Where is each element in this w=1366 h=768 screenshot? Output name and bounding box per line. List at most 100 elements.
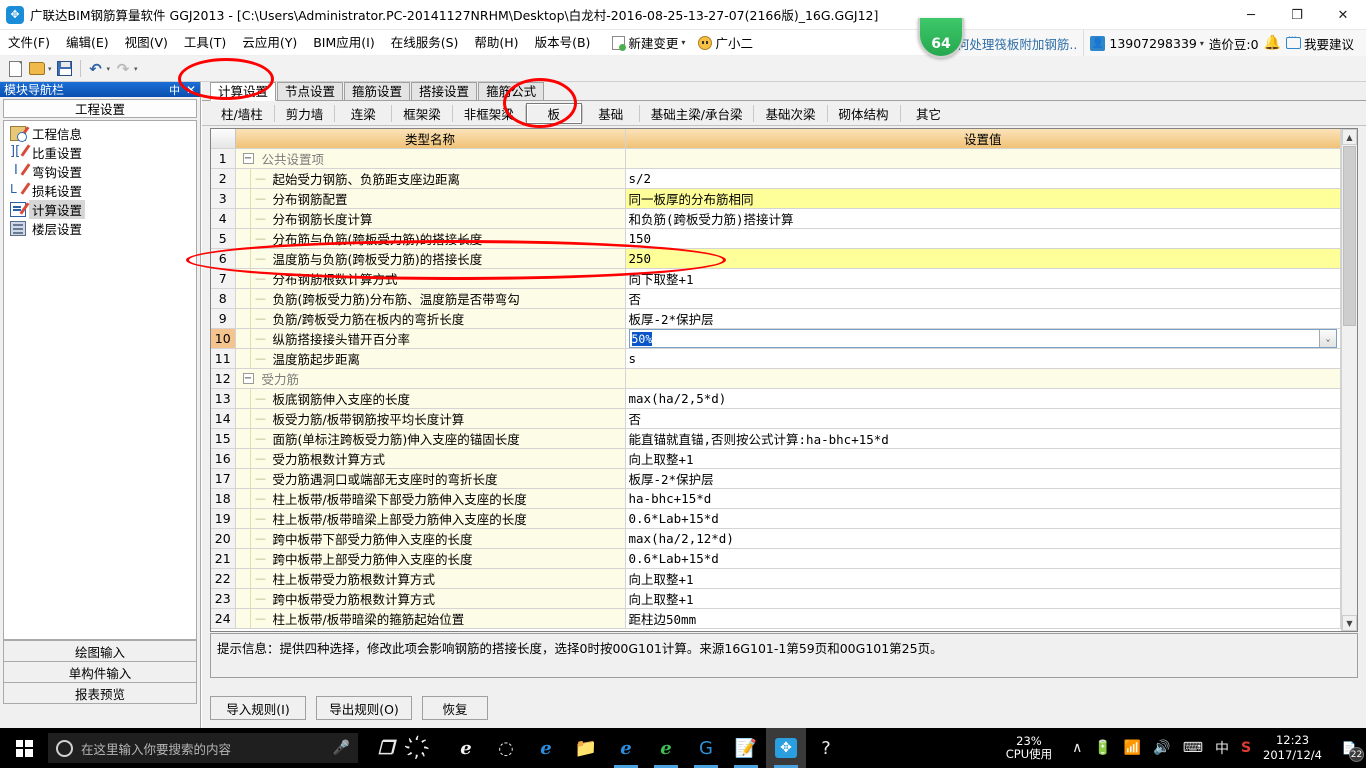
volume-icon[interactable]: 🔊 [1153,740,1170,756]
component-tab-1[interactable]: 柱/墙柱 [210,103,274,124]
undo-dropdown-caret-icon[interactable]: ▾ [107,65,111,73]
row-setting-value-cell[interactable]: 和负筋(跨板受力筋)搭接计算 [625,208,1341,229]
row-setting-value-cell[interactable]: s [625,348,1341,369]
collapse-expander-icon[interactable]: − [242,153,254,164]
table-row[interactable]: 12− 受力筋 [211,368,1341,389]
combobox-value[interactable]: 50% [631,331,653,346]
table-row[interactable]: 16 — 受力筋根数计算方式 向上取整+1 [211,448,1341,469]
menu-help[interactable]: 帮助(H) [466,30,526,56]
menu-edit[interactable]: 编辑(E) [58,30,117,56]
microphone-icon[interactable]: 🎤 [333,740,350,756]
component-tab-10[interactable]: 砌体结构 [828,103,900,124]
app-notes-icon[interactable]: 📝 [726,728,766,768]
scroll-down-arrow-icon[interactable]: ▼ [1342,615,1357,631]
app-ie-classic-icon[interactable]: e [446,728,486,768]
row-setting-value-cell[interactable]: max(ha/2,12*d) [625,528,1341,549]
app-ie-icon[interactable]: e [606,728,646,768]
row-setting-value-cell[interactable]: 能直锚就直锚,否则按公式计算:ha-bhc+15*d [625,428,1341,449]
wifi-icon[interactable]: 📶 [1124,740,1141,756]
sogou-ime-icon[interactable]: S [1241,740,1251,756]
row-setting-value-cell[interactable]: 250 [625,248,1341,269]
table-row[interactable]: 2 — 起始受力钢筋、负筋距支座边距离 s/2 [211,168,1341,189]
table-row[interactable]: 1− 公共设置项 [211,148,1341,169]
row-setting-value-cell[interactable] [625,368,1341,389]
menu-view[interactable]: 视图(V) [117,30,176,56]
sidebar-item-calc-settings[interactable]: 计算设置 [8,200,196,219]
component-tab-8[interactable]: 基础主梁/承台梁 [640,103,754,124]
app-swirl-icon[interactable]: ҉ [406,728,446,768]
menu-cloud[interactable]: 云应用(Y) [234,30,305,56]
table-row[interactable]: 6 — 温度筋与负筋(跨板受力筋)的搭接长度 250 [211,248,1341,269]
row-setting-value-cell[interactable]: 向上取整+1 [625,568,1341,589]
collapse-expander-icon[interactable]: − [242,373,254,384]
component-tab-3[interactable]: 连梁 [335,103,391,124]
tab-1-active[interactable]: 计算设置 [210,82,277,101]
new-file-icon[interactable] [5,59,25,79]
scrollbar-thumb[interactable] [1343,146,1356,326]
sidebar-item-floor-settings[interactable]: 楼层设置 [8,219,196,238]
row-setting-value-cell[interactable]: 50% ⌄ [625,328,1341,349]
tray-expand-icon[interactable]: ∧ [1072,740,1082,756]
table-row[interactable]: 19 — 柱上板带/板带暗梁上部受力筋伸入支座的长度 0.6*Lab+15*d [211,508,1341,529]
tab-3[interactable]: 箍筋设置 [344,82,411,100]
table-row[interactable]: 20 — 跨中板带下部受力筋伸入支座的长度 max(ha/2,12*d) [211,528,1341,549]
table-row[interactable]: 23 — 跨中板带受力筋根数计算方式 向上取整+1 [211,588,1341,609]
value-combobox[interactable]: 50% ⌄ [628,329,1337,348]
task-view-icon[interactable]: ❐ [366,728,406,768]
app-browser-g-icon[interactable]: G [686,728,726,768]
assistant-button[interactable]: 广小二 [694,33,757,52]
menu-bim[interactable]: BIM应用(I) [305,30,383,56]
row-setting-value-cell[interactable]: 向下取整+1 [625,268,1341,289]
component-tab-6-active[interactable]: 板 [525,102,582,124]
row-setting-value-cell[interactable]: 距柱边50mm [625,608,1341,629]
new-change-button[interactable]: 新建变更 ▾ [608,33,694,52]
table-row[interactable]: 21 — 跨中板带上部受力筋伸入支座的长度 0.6*Lab+15*d [211,548,1341,569]
table-row[interactable]: 17 — 受力筋遇洞口或端部无支座时的弯折长度 板厚-2*保护层 [211,468,1341,489]
restore-button[interactable]: 恢复 [422,696,488,720]
table-row[interactable]: 7 — 分布钢筋根数计算方式 向下取整+1 [211,268,1341,289]
chevron-down-icon[interactable]: ⌄ [1319,330,1336,347]
table-row[interactable]: 11 — 温度筋起步距离 s [211,348,1341,369]
row-setting-value-cell[interactable]: ha-bhc+15*d [625,488,1341,509]
menu-tools[interactable]: 工具(T) [176,30,234,56]
table-row[interactable]: 15 — 面筋(单标注跨板受力筋)伸入支座的锚固长度 能直锚就直锚,否则按公式计算:h… [211,428,1341,449]
close-button[interactable]: ✕ [1320,0,1366,30]
row-setting-value-cell[interactable]: max(ha/2,5*d) [625,388,1341,409]
row-setting-value-cell[interactable]: 否 [625,408,1341,429]
start-button[interactable] [0,728,48,768]
component-tab-11[interactable]: 其它 [901,103,957,124]
nav-button-draw-input[interactable]: 绘图输入 [3,640,197,662]
component-tab-2[interactable]: 剪力墙 [275,103,335,124]
save-file-icon[interactable] [55,59,75,79]
table-row[interactable]: 18 — 柱上板带/板带暗梁下部受力筋伸入支座的长度 ha-bhc+15*d [211,488,1341,509]
component-tab-9[interactable]: 基础次梁 [754,103,826,124]
export-rules-button[interactable]: 导出规则(O) [316,696,412,720]
menu-version[interactable]: 版本号(B) [527,30,599,56]
bell-icon[interactable]: 🔔 [1264,35,1281,51]
keyboard-icon[interactable]: ⌨ [1183,740,1203,756]
component-tab-5[interactable]: 非框架梁 [453,103,525,124]
row-setting-value-cell[interactable]: 板厚-2*保护层 [625,468,1341,489]
app-ggj-icon[interactable]: ✥ [766,728,806,768]
table-row[interactable]: 5 — 分布筋与负筋(跨板受力筋)的搭接长度 150 [211,228,1341,249]
tab-4[interactable]: 搭接设置 [411,82,478,100]
taskbar-search-input[interactable]: 在这里输入你要搜索的内容 🎤 [48,733,358,763]
app-edge-icon[interactable]: e [526,728,566,768]
table-row[interactable]: 24 — 柱上板带/板带暗梁的箍筋起始位置 距柱边50mm [211,608,1341,629]
nav-button-report-preview[interactable]: 报表预览 [3,682,197,704]
table-row[interactable]: 22 — 柱上板带受力筋根数计算方式 向上取整+1 [211,568,1341,589]
sidebar-item-project-info[interactable]: 工程信息 [8,124,196,143]
battery-icon[interactable]: 🔋 [1094,740,1111,756]
app-explorer-icon[interactable]: 📁 [566,728,606,768]
maximize-button[interactable]: ❐ [1274,0,1320,30]
app-help-icon[interactable]: ? [806,728,846,768]
user-account-segment[interactable]: 👤 13907298339 ▾ 造价豆:0 🔔 我要建议 [1083,30,1360,56]
table-row[interactable]: 14 — 板受力筋/板带钢筋按平均长度计算 否 [211,408,1341,429]
open-file-icon[interactable] [27,59,47,79]
row-setting-value-cell[interactable]: s/2 [625,168,1341,189]
sidebar-item-loss-settings[interactable]: 损耗设置 [8,181,196,200]
row-setting-value-cell[interactable]: 否 [625,288,1341,309]
scroll-up-arrow-icon[interactable]: ▲ [1342,129,1357,145]
close-icon[interactable]: ✕ [186,83,196,97]
sidebar-item-hook-settings[interactable]: 弯钩设置 [8,162,196,181]
